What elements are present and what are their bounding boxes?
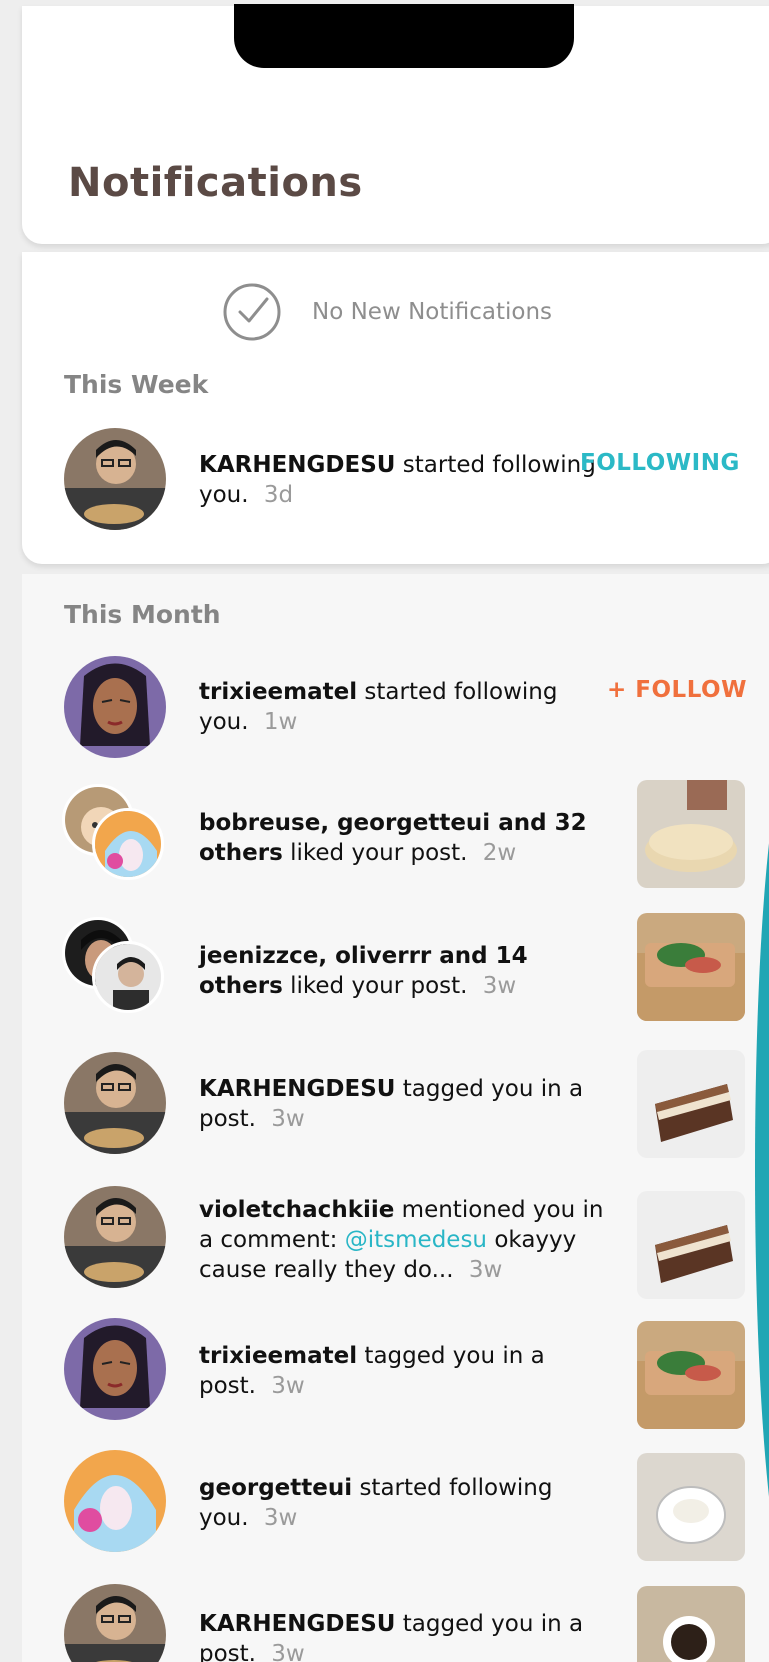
- avatar-group[interactable]: [62, 917, 168, 1023]
- post-thumbnail[interactable]: [637, 1191, 745, 1299]
- avatar-georgetteui: [92, 808, 164, 880]
- section-title-this-month: This Month: [64, 600, 221, 629]
- notification-text: violetchachkiie mentioned you in a comme…: [199, 1195, 619, 1285]
- notification-message: liked your post.: [290, 840, 468, 866]
- avatar-trixieematel[interactable]: [64, 656, 166, 758]
- post-thumbnail[interactable]: [637, 1321, 745, 1429]
- no-new-notifications-status: No New Notifications: [222, 282, 552, 342]
- notification-time: 3w: [271, 1373, 305, 1399]
- notification-time: 3w: [263, 1505, 298, 1531]
- page-title: Notifications: [68, 160, 363, 206]
- background-strip: [0, 0, 22, 1662]
- post-thumbnail[interactable]: [637, 1586, 745, 1662]
- username[interactable]: KARHENGDESU: [199, 1611, 395, 1637]
- no-new-notifications-label: No New Notifications: [312, 299, 553, 325]
- avatar-karhengdesu[interactable]: [64, 1052, 166, 1154]
- notification-text: bobreuse, georgetteui and 32 others like…: [199, 808, 609, 868]
- username[interactable]: trixieematel: [199, 679, 357, 705]
- post-thumbnail[interactable]: [637, 913, 745, 1021]
- username[interactable]: KARHENGDESU: [199, 452, 395, 478]
- device-notch: [234, 4, 574, 68]
- notification-time: 2w: [482, 840, 517, 866]
- notification-time: 1w: [263, 709, 298, 735]
- notification-time: 3w: [482, 973, 517, 999]
- notification-time: 3w: [271, 1641, 305, 1662]
- notification-time: 3d: [263, 482, 294, 508]
- notification-text: KARHENGDESU tagged you in a post. 3w: [199, 1609, 609, 1662]
- avatar-oliverrr: [92, 941, 164, 1013]
- avatar-karhengdesu[interactable]: [64, 428, 166, 530]
- notification-text: trixieematel started following you. 1w: [199, 677, 609, 737]
- notification-text: KARHENGDESU started following you. 3d: [199, 450, 609, 510]
- avatar-group[interactable]: [62, 784, 168, 890]
- post-thumbnail[interactable]: [637, 780, 745, 888]
- username[interactable]: georgetteui: [199, 1475, 352, 1501]
- notification-time: 3w: [271, 1106, 305, 1132]
- notification-time: 3w: [468, 1257, 503, 1283]
- avatar-georgetteui[interactable]: [64, 1450, 166, 1552]
- following-button[interactable]: FOLLOWING: [580, 450, 740, 476]
- mention-link[interactable]: @itsmedesu: [345, 1227, 487, 1253]
- avatar-trixieematel[interactable]: [64, 1318, 166, 1420]
- notification-text: trixieematel tagged you in a post. 3w: [199, 1341, 609, 1401]
- post-thumbnail[interactable]: [637, 1453, 745, 1561]
- avatar-violetchachkiie[interactable]: [64, 1186, 166, 1288]
- follow-button[interactable]: + FOLLOW: [607, 677, 747, 703]
- post-thumbnail[interactable]: [637, 1050, 745, 1158]
- username[interactable]: trixieematel: [199, 1343, 357, 1369]
- username[interactable]: violetchachkiie: [199, 1197, 394, 1223]
- notification-text: georgetteui started following you. 3w: [199, 1473, 609, 1533]
- section-title-this-week: This Week: [64, 370, 209, 399]
- notifications-screen: Notifications No New Notifications This …: [0, 0, 769, 1662]
- notification-text: jeenizzce, oliverrr and 14 others liked …: [199, 941, 609, 1001]
- notification-text: KARHENGDESU tagged you in a post. 3w: [199, 1074, 609, 1134]
- check-circle-icon: [223, 283, 281, 341]
- notification-message: liked your post.: [290, 973, 468, 999]
- username[interactable]: KARHENGDESU: [199, 1076, 395, 1102]
